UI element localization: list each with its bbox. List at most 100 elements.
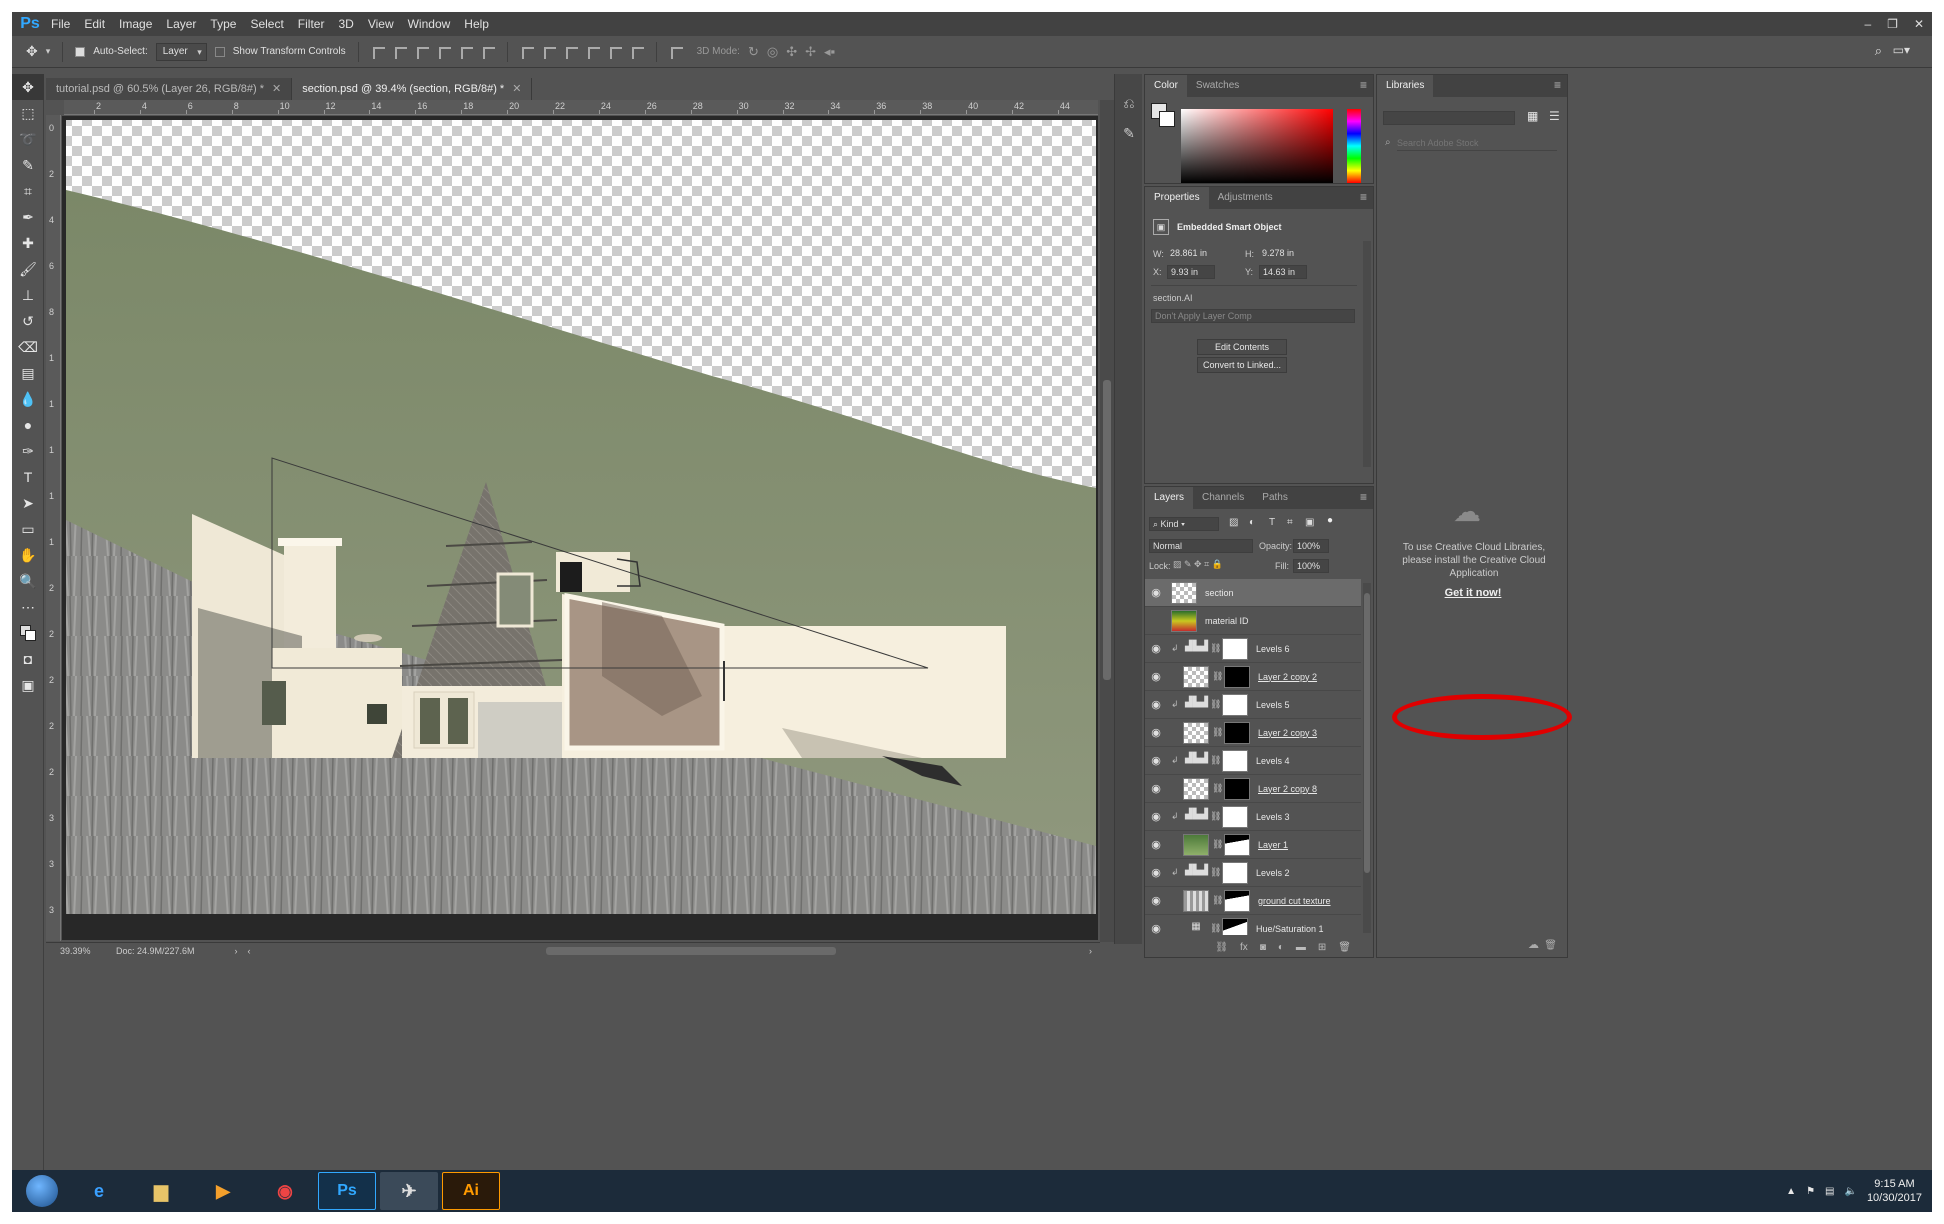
brush-tool-icon[interactable]: 🖌 <box>12 256 44 282</box>
taskbar-illustrator[interactable]: Ai <box>442 1172 500 1210</box>
close-tab-icon[interactable]: ✕ <box>272 83 281 95</box>
menu-filter[interactable]: Filter <box>291 12 332 36</box>
levels-icon[interactable]: ▟▙▟ <box>1185 865 1208 881</box>
y-field[interactable]: 14.63 in <box>1259 265 1307 279</box>
layer-comp-dropdown[interactable]: Don't Apply Layer Comp <box>1151 309 1355 323</box>
layer-thumbnail[interactable] <box>1183 665 1209 688</box>
menu-help[interactable]: Help <box>457 12 496 36</box>
taskbar-photoshop[interactable]: Ps <box>318 1172 376 1210</box>
visibility-eye-icon[interactable]: ◉ <box>1145 754 1167 767</box>
filter-shape-icon[interactable]: ⌗ <box>1287 517 1293 528</box>
fx-icon[interactable]: fx <box>1240 942 1248 953</box>
move-tool-icon[interactable]: ✥ <box>12 74 44 100</box>
layer-row[interactable]: ◉ ↲ ▟▙▟ ⛓ Levels 2 <box>1145 859 1361 887</box>
layer-row[interactable]: ◉ ⛓ Layer 2 copy 2 <box>1145 663 1361 691</box>
layer-name[interactable]: Levels 4 <box>1256 756 1290 766</box>
visibility-eye-icon[interactable]: ◉ <box>1145 698 1167 711</box>
layer-name[interactable]: Hue/Saturation 1 <box>1256 924 1324 934</box>
color-swatches-icon[interactable] <box>12 620 44 646</box>
width-field[interactable]: 28.861 in <box>1167 247 1215 261</box>
align-left-icon[interactable] <box>437 45 451 59</box>
add-mask-icon[interactable]: ◙ <box>1260 942 1266 953</box>
layer-row[interactable]: ◉ ⛓ ground cut texture <box>1145 887 1361 915</box>
tray-up-icon[interactable]: ▲ <box>1786 1186 1796 1197</box>
auto-select-checkbox[interactable] <box>75 46 86 57</box>
history-brush-tool-icon[interactable]: ↺ <box>12 308 44 334</box>
align-top-icon[interactable] <box>371 45 385 59</box>
close-icon[interactable]: ✕ <box>1914 17 1924 31</box>
search-icon[interactable]: ⌕ <box>1875 43 1882 59</box>
tray-volume-icon[interactable]: 🔈 <box>1844 1186 1856 1197</box>
levels-icon[interactable]: ▟▙▟ <box>1185 641 1208 657</box>
history-panel-icon[interactable]: ⎌ <box>1115 88 1143 118</box>
layer-row[interactable]: ◉ section <box>1145 579 1361 607</box>
grid-view-icon[interactable]: ▦ <box>1527 109 1538 123</box>
visibility-eye-icon[interactable]: ◉ <box>1145 586 1167 599</box>
hue-saturation-icon[interactable]: ▦ <box>1185 921 1207 936</box>
brush-settings-icon[interactable]: ✎ <box>1115 118 1143 148</box>
tab-layers[interactable]: Layers <box>1145 487 1194 509</box>
visibility-eye-icon[interactable]: ◉ <box>1145 894 1167 907</box>
layer-name[interactable]: Layer 2 copy 2 <box>1258 672 1317 682</box>
menu-image[interactable]: Image <box>112 12 159 36</box>
healing-brush-tool-icon[interactable]: ✚ <box>12 230 44 256</box>
menu-select[interactable]: Select <box>243 12 290 36</box>
3d-pan-icon[interactable]: ✣ <box>786 44 797 60</box>
layer-mask-thumbnail[interactable] <box>1224 889 1250 912</box>
hand-tool-icon[interactable]: ✋ <box>12 542 44 568</box>
visibility-eye-icon[interactable]: ◉ <box>1145 922 1167 935</box>
mask-link-icon[interactable]: ⛓ <box>1212 671 1223 682</box>
layer-row[interactable]: ◉ ↲ ▟▙▟ ⛓ Levels 3 <box>1145 803 1361 831</box>
mask-link-icon[interactable]: ⛓ <box>1210 923 1221 934</box>
levels-icon[interactable]: ▟▙▟ <box>1185 697 1208 713</box>
filter-type-icon[interactable]: T <box>1269 517 1275 528</box>
hscroll-left-icon[interactable]: ‹ <box>248 946 251 956</box>
tab-paths[interactable]: Paths <box>1253 487 1297 509</box>
link-layers-icon[interactable]: ⛓ <box>1215 942 1228 953</box>
layer-row[interactable]: ◉ ↲ ▟▙▟ ⛓ Levels 4 <box>1145 747 1361 775</box>
panel-menu-icon[interactable]: ≡ <box>1360 490 1367 504</box>
get-it-now-link[interactable]: Get it now! <box>1377 587 1569 599</box>
scroll-thumb[interactable] <box>1364 593 1370 873</box>
visibility-eye-icon[interactable]: ◉ <box>1145 726 1167 739</box>
minimize-icon[interactable]: – <box>1864 17 1871 31</box>
new-adjustment-icon[interactable]: ◐ <box>1278 942 1284 953</box>
mask-link-icon[interactable]: ⛓ <box>1210 867 1221 878</box>
tray-flag-icon[interactable]: ⚑ <box>1806 1186 1815 1197</box>
layer-mask-thumbnail[interactable] <box>1222 805 1248 828</box>
more-tools-icon[interactable]: ⋯ <box>12 594 44 620</box>
lasso-tool-icon[interactable]: ➰ <box>12 126 44 152</box>
quick-mask-icon[interactable]: ◘ <box>12 646 44 672</box>
new-group-icon[interactable]: ▬ <box>1296 942 1306 953</box>
doc-size[interactable]: Doc: 24.9M/227.6M <box>116 946 195 956</box>
3d-orbit-icon[interactable]: ↻ <box>748 44 759 60</box>
tab-channels[interactable]: Channels <box>1193 487 1253 509</box>
screen-mode-icon[interactable]: ▣ <box>12 672 44 698</box>
properties-scrollbar[interactable] <box>1363 241 1371 467</box>
distribute-hcenter-icon[interactable] <box>608 45 622 59</box>
clock[interactable]: 9:15 AM 10/30/2017 <box>1867 1177 1922 1205</box>
library-dropdown[interactable] <box>1383 111 1515 125</box>
layer-thumbnail[interactable] <box>1183 889 1209 912</box>
filter-adjustment-icon[interactable]: ◐ <box>1249 517 1255 528</box>
layer-mask-thumbnail[interactable] <box>1222 637 1248 660</box>
layers-scrollbar[interactable] <box>1363 583 1371 933</box>
mask-link-icon[interactable]: ⛓ <box>1210 755 1221 766</box>
opacity-field[interactable]: 100% <box>1293 539 1329 553</box>
distribute-vcenter-icon[interactable] <box>542 45 556 59</box>
3d-roll-icon[interactable]: ◎ <box>767 44 778 60</box>
close-tab-icon[interactable]: ✕ <box>512 83 521 95</box>
panel-menu-icon[interactable]: ≡ <box>1554 78 1561 92</box>
blend-mode-dropdown[interactable]: Normal <box>1149 539 1253 553</box>
edit-contents-button[interactable]: Edit Contents <box>1197 339 1287 355</box>
crop-tool-icon[interactable]: ⌗ <box>12 178 44 204</box>
height-field[interactable]: 9.278 in <box>1259 247 1307 261</box>
list-view-icon[interactable]: ☰ <box>1549 109 1560 123</box>
taskbar-rhino[interactable]: ✈ <box>380 1172 438 1210</box>
menu-view[interactable]: View <box>361 12 401 36</box>
auto-select-dropdown[interactable]: Layer <box>155 42 207 61</box>
eraser-tool-icon[interactable]: ⌫ <box>12 334 44 360</box>
cc-sync-icon[interactable]: ☁ <box>1528 938 1539 951</box>
taskbar-chrome[interactable]: ◉ <box>256 1172 314 1210</box>
clone-stamp-tool-icon[interactable]: ⊥ <box>12 282 44 308</box>
